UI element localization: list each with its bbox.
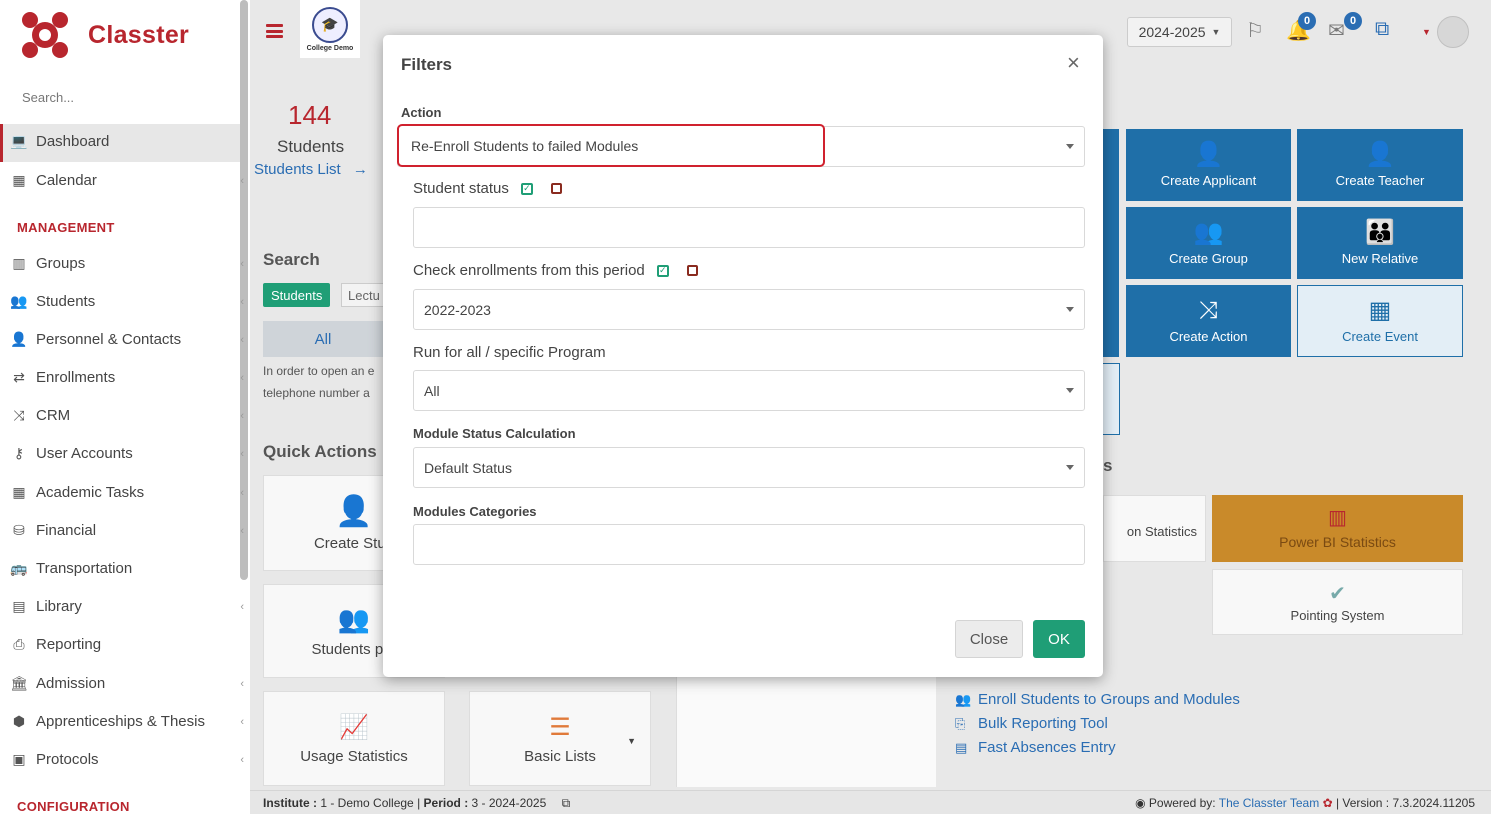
modules-categories-label: Modules Categories — [413, 504, 537, 519]
clear-checkbox-icon[interactable] — [550, 183, 562, 194]
close-icon[interactable]: × — [1067, 52, 1080, 74]
student-status-label-text: Student status — [413, 180, 509, 197]
module-status-select[interactable]: Default Status — [413, 447, 1085, 488]
caret-down-icon — [1066, 465, 1074, 470]
module-status-value: Default Status — [424, 459, 512, 476]
action-select-highlight[interactable]: Re-Enroll Students to failed Modules — [397, 124, 825, 167]
check-enrollments-select[interactable]: 2022-2023 — [413, 289, 1085, 330]
student-status-label: Student status ✓ — [413, 180, 562, 197]
action-select-value: Re-Enroll Students to failed Modules — [411, 137, 639, 154]
caret-down-icon — [1066, 144, 1074, 149]
program-label: Run for all / specific Program — [413, 344, 606, 361]
module-status-label: Module Status Calculation — [413, 426, 576, 441]
check-enrollments-label: Check enrollments from this period ✓ — [413, 262, 698, 279]
select-all-checkbox-icon[interactable]: ✓ — [656, 264, 669, 277]
select-all-checkbox-icon[interactable]: ✓ — [520, 182, 533, 195]
filters-modal: Filters × Action Re-Enroll Students to f… — [383, 35, 1103, 677]
modal-title: Filters — [401, 55, 453, 74]
clear-checkbox-icon[interactable] — [686, 265, 698, 276]
ok-button[interactable]: OK — [1033, 620, 1085, 658]
program-select[interactable]: All — [413, 370, 1085, 411]
student-status-select[interactable] — [413, 207, 1085, 248]
close-button[interactable]: Close — [955, 620, 1023, 658]
caret-down-icon — [1066, 307, 1074, 312]
action-label: Action — [401, 105, 442, 120]
modules-categories-select[interactable] — [413, 524, 1085, 565]
program-value: All — [424, 382, 440, 399]
check-enrollments-label-text: Check enrollments from this period — [413, 262, 645, 279]
caret-down-icon — [1066, 388, 1074, 393]
check-enrollments-value: 2022-2023 — [424, 301, 491, 318]
